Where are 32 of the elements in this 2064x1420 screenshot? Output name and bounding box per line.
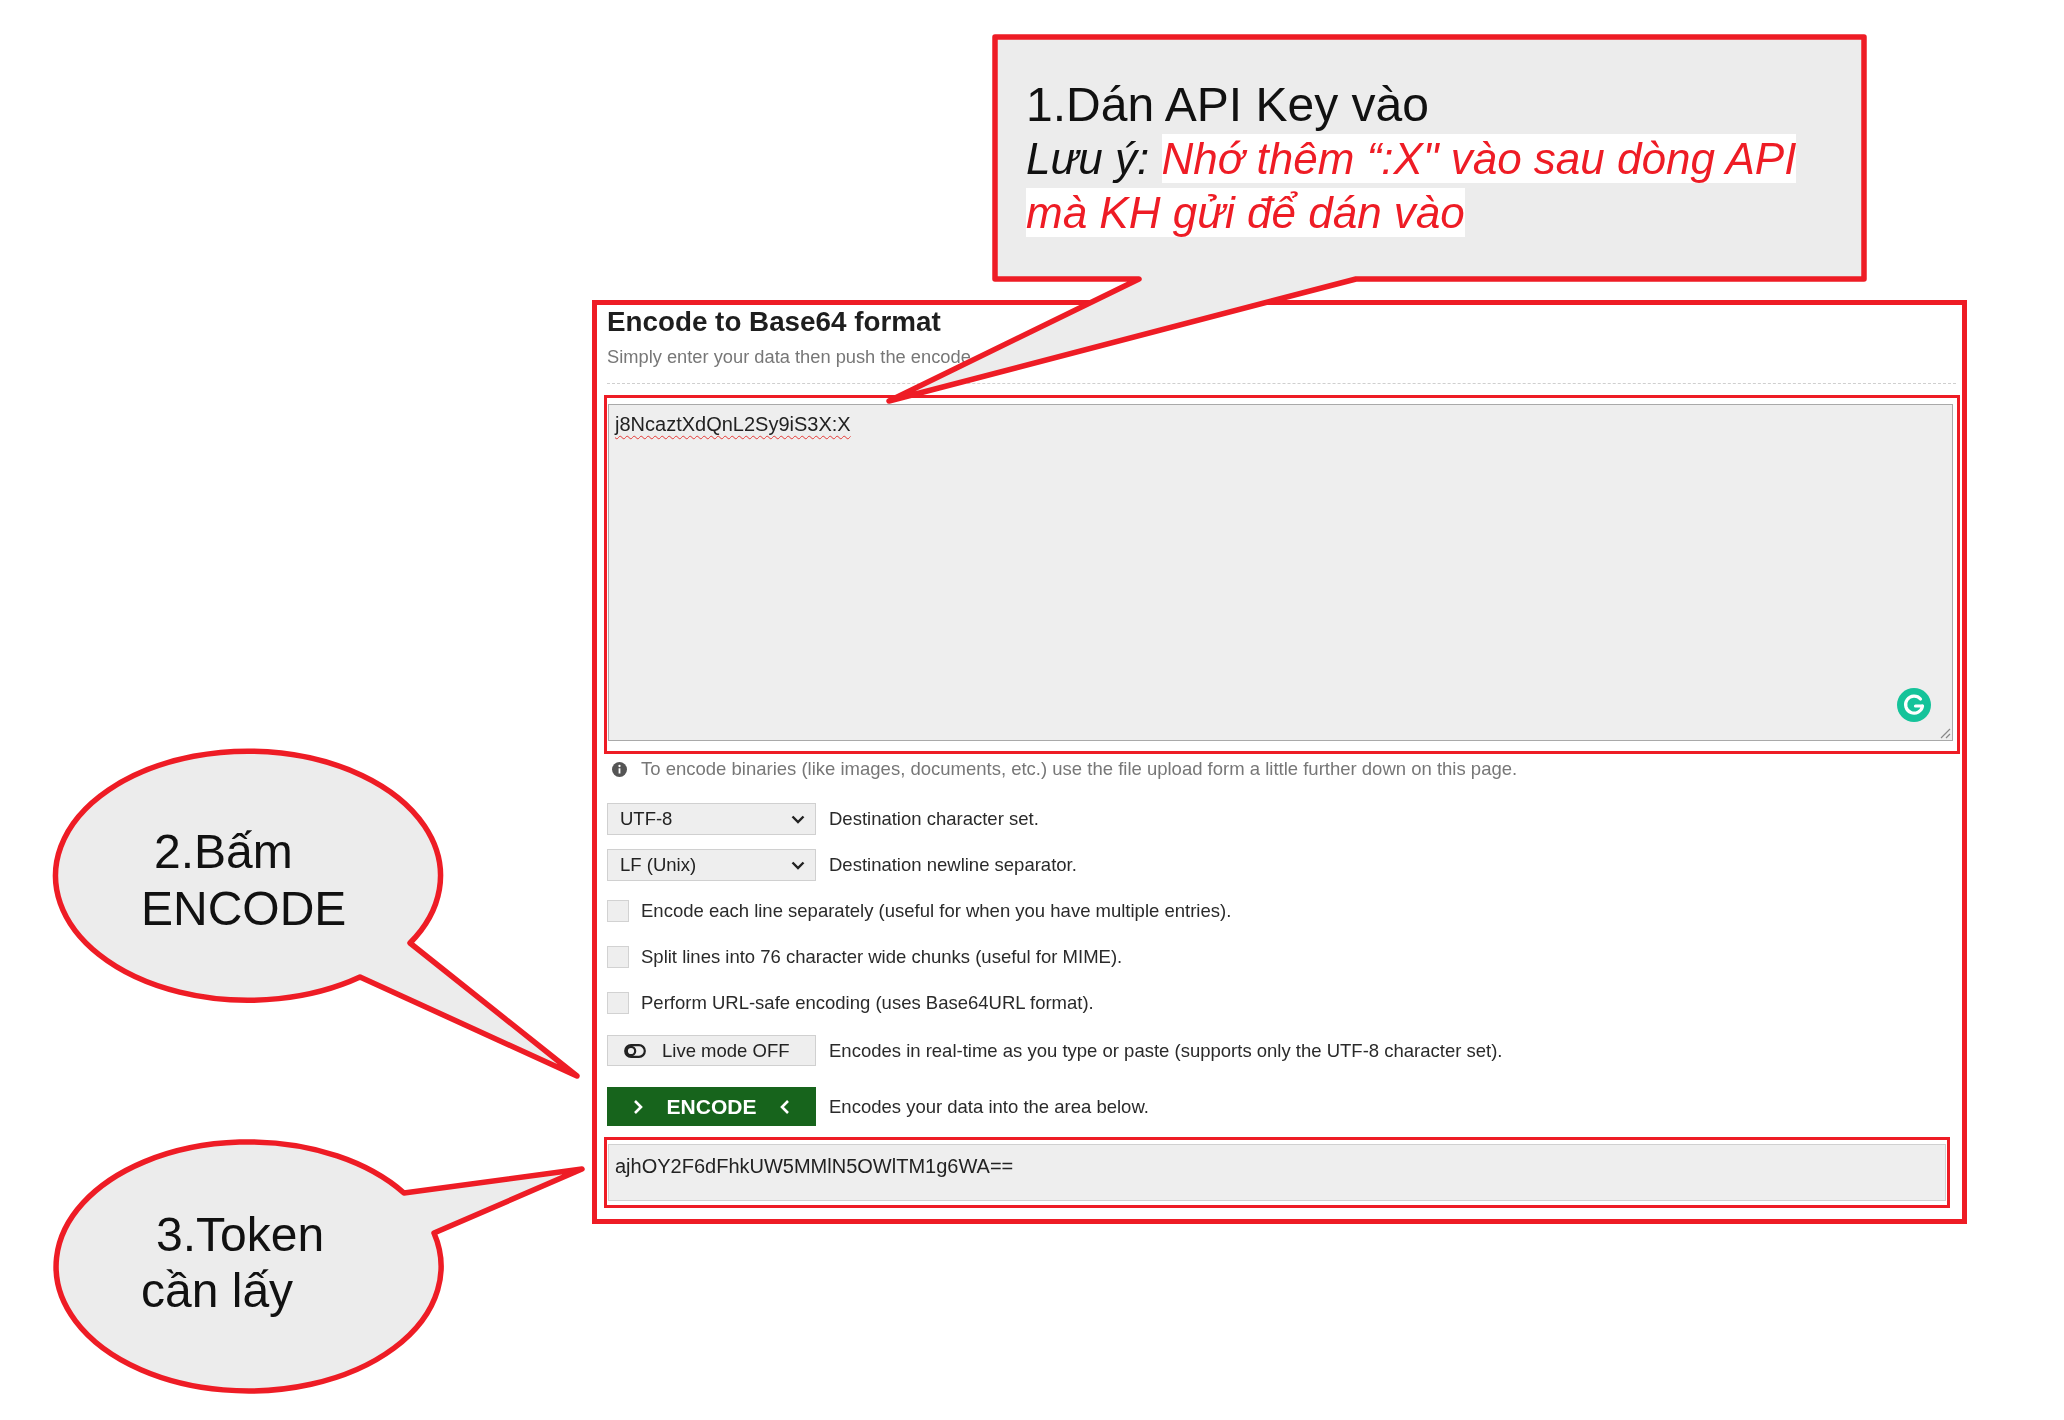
- text-input-area[interactable]: j8NcaztXdQnL2Sy9iS3X:X: [608, 404, 1953, 741]
- checkbox-label: Split lines into 76 character wide chunks (useful for MIME).: [641, 945, 1123, 969]
- note-label: Lưu ý:: [1026, 134, 1150, 183]
- output-field[interactable]: ajhOY2F6dFhkUW5MMlN5OWlTM1g6WA==: [608, 1144, 1946, 1201]
- chevron-right-icon: [632, 1098, 643, 1115]
- live-mode-button[interactable]: Live mode OFF: [607, 1035, 816, 1066]
- chevron-down-icon: [791, 814, 805, 824]
- checkbox[interactable]: [607, 900, 629, 922]
- note-text: mà KH gửi để dán vào: [1026, 188, 1465, 237]
- button-description: Encodes your data into the area below.: [829, 1094, 1149, 1119]
- option-description: Encodes in real-time as you type or paste (supports only the UTF-8 character set).: [829, 1038, 1503, 1063]
- ring-badge-icon: [1897, 688, 1931, 722]
- checkbox-label: Encode each line separately (useful for when you have multiple entries).: [641, 899, 1232, 923]
- dropdown[interactable]: UTF-8: [607, 803, 816, 835]
- checkbox-label: Perform URL-safe encoding (uses Base64URL format).: [641, 991, 1094, 1015]
- note-text: Nhớ thêm “:X" vào sau dòng API: [1161, 134, 1797, 183]
- info-text: To encode binaries (like images, documents, etc.) use the file upload form a little further down on this page.: [641, 757, 1518, 781]
- chevron-down-icon: [791, 860, 805, 870]
- callout-title: 1.Dán API Key vào: [1026, 78, 1429, 132]
- form-subtitle: Simply enter your data then push the encode: [607, 345, 971, 369]
- dropdown[interactable]: LF (Unix): [607, 849, 816, 881]
- option-description: Destination newline separator.: [829, 853, 1077, 877]
- info-icon: [612, 761, 627, 777]
- option-description: Destination character set.: [829, 807, 1039, 831]
- bubble-text: 3.Token cần lấy: [141, 1207, 326, 1319]
- form-title: Encode to Base64 format: [607, 307, 941, 337]
- encode-button[interactable]: ENCODE: [607, 1087, 816, 1126]
- chevron-left-icon: [780, 1098, 791, 1115]
- checkbox[interactable]: [607, 992, 629, 1014]
- bubble-text: 2.Bấm ENCODE: [141, 824, 348, 937]
- checkbox[interactable]: [607, 946, 629, 968]
- resize-grip-icon: [1940, 728, 1951, 739]
